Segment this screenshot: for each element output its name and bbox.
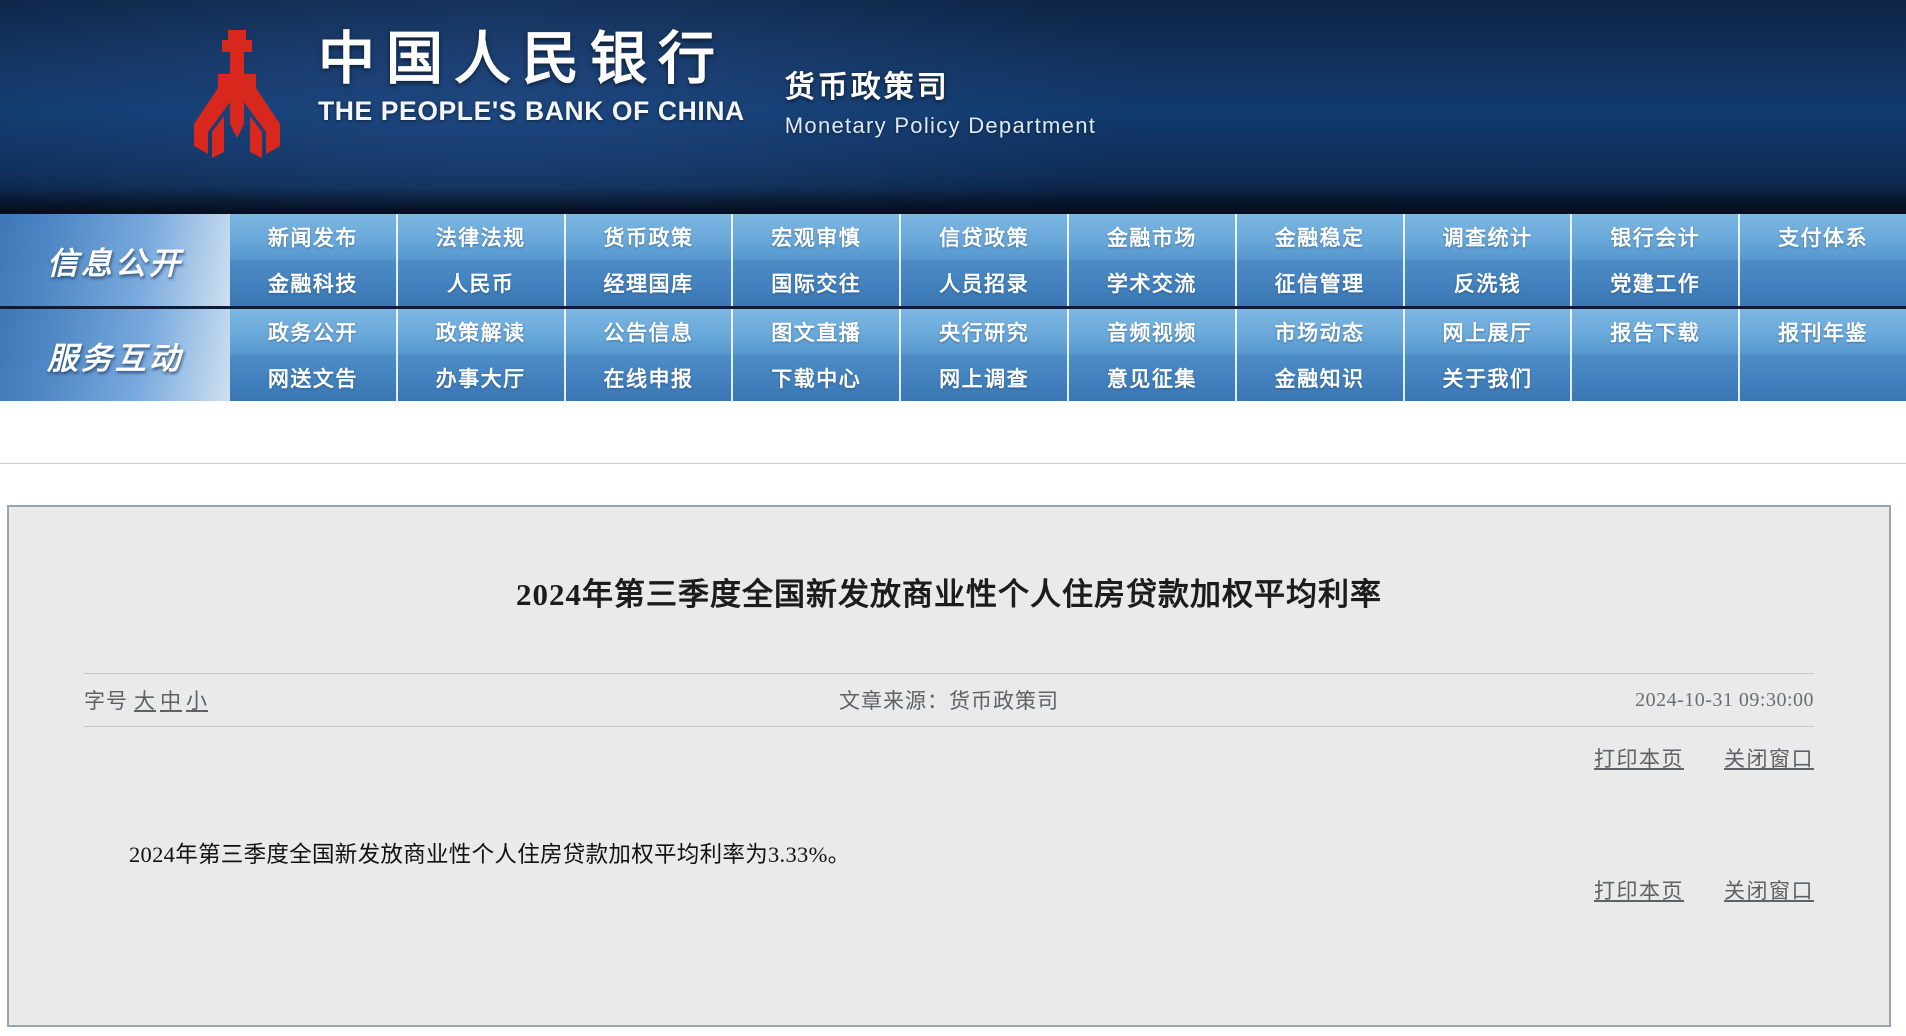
nav-row: 新闻发布 法律法规 货币政策 宏观审慎 信贷政策 金融市场 金融稳定 调查统计 … — [230, 214, 1906, 260]
nav-item-yanghangyanjiu[interactable]: 央行研究 — [901, 309, 1069, 355]
nav-item-renyuanzhaolu[interactable]: 人员招录 — [901, 260, 1069, 306]
nav-item-zhengwugongkai[interactable]: 政务公开 — [230, 309, 398, 355]
nav-item-xindaizhengce[interactable]: 信贷政策 — [901, 214, 1069, 260]
close-window-link-top[interactable]: 关闭窗口 — [1724, 743, 1814, 773]
article-body: 2024年第三季度全国新发放商业性个人住房贷款加权平均利率为3.33%。 — [129, 842, 851, 867]
nav-item-placeholder — [1572, 355, 1741, 401]
article-publish-time: 2024-10-31 09:30:00 — [1635, 688, 1814, 711]
nav-item-jingliguoku[interactable]: 经理国库 — [566, 260, 734, 306]
article-meta-bar: 字号大中小 文章来源：货币政策司 2024-10-31 09:30:00 — [84, 673, 1814, 727]
nav-item-jinrongwending[interactable]: 金融稳定 — [1237, 214, 1405, 260]
nav-item-yijianzhengji[interactable]: 意见征集 — [1069, 355, 1237, 401]
nav-item-jinrongshichang[interactable]: 金融市场 — [1069, 214, 1237, 260]
nav-item-yinhangkuaiji[interactable]: 银行会计 — [1572, 214, 1741, 260]
nav-item-hongguanshenshen[interactable]: 宏观审慎 — [733, 214, 902, 260]
nav-item-fanxiqian[interactable]: 反洗钱 — [1405, 260, 1573, 306]
nav-item-xinwenfabu[interactable]: 新闻发布 — [230, 214, 398, 260]
nav-item-wangshangzhanting[interactable]: 网上展厅 — [1405, 309, 1573, 355]
print-page-link-bottom[interactable]: 打印本页 — [1594, 875, 1684, 905]
article-card: 2024年第三季度全国新发放商业性个人住房贷款加权平均利率 字号大中小 文章来源… — [7, 505, 1891, 1027]
nav-item-falvfagui[interactable]: 法律法规 — [398, 214, 566, 260]
article-tools-top: 打印本页 关闭窗口 — [84, 743, 1814, 773]
nav-item-renminbi[interactable]: 人民币 — [398, 260, 566, 306]
nav-item-zhifutixi[interactable]: 支付体系 — [1740, 214, 1906, 260]
page-root: 中国人民银行 THE PEOPLE'S BANK OF CHINA 货币政策司 … — [0, 0, 1906, 1036]
nav-item-zhengcejiedu[interactable]: 政策解读 — [398, 309, 566, 355]
nav-item-tuwenzhibo[interactable]: 图文直播 — [733, 309, 902, 355]
nav-row: 政务公开 政策解读 公告信息 图文直播 央行研究 音频视频 市场动态 网上展厅 … — [230, 309, 1906, 355]
nav-item-wangshangdiaocha[interactable]: 网上调查 — [901, 355, 1069, 401]
nav-item-jinrongkeji[interactable]: 金融科技 — [230, 260, 398, 306]
nav-item-baokannianjian[interactable]: 报刊年鉴 — [1740, 309, 1906, 355]
site-header-banner: 中国人民银行 THE PEOPLE'S BANK OF CHINA 货币政策司 … — [0, 0, 1906, 214]
nav-item-gonggaoxinxi[interactable]: 公告信息 — [566, 309, 734, 355]
nav-item-diaochatongji[interactable]: 调查统计 — [1405, 214, 1573, 260]
nav-item-huobizhengce[interactable]: 货币政策 — [566, 214, 734, 260]
nav-item-placeholder — [1740, 355, 1906, 401]
nav-item-guanyuwomen[interactable]: 关于我们 — [1405, 355, 1573, 401]
nav-row: 网送文告 办事大厅 在线申报 下载中心 网上调查 意见征集 金融知识 关于我们 — [230, 355, 1906, 401]
bank-name-cn: 中国人民银行 — [318, 28, 726, 91]
page-title: 2024年第三季度全国新发放商业性个人住房贷款加权平均利率 — [516, 577, 1382, 612]
nav-item-xiazaizhongxin[interactable]: 下载中心 — [733, 355, 902, 401]
nav-item-shichangdongtai[interactable]: 市场动态 — [1237, 309, 1405, 355]
nav-row: 金融科技 人民币 经理国库 国际交往 人员招录 学术交流 征信管理 反洗钱 党建… — [230, 260, 1906, 306]
nav-group-services: 服务互动 政务公开 政策解读 公告信息 图文直播 央行研究 音频视频 市场动态 … — [0, 306, 1906, 401]
article-tools-bottom: 打印本页 关闭窗口 — [84, 875, 1814, 905]
pbc-logo-icon — [178, 28, 296, 160]
nav-item-placeholder — [1740, 260, 1906, 306]
nav-item-zaixianshenbao[interactable]: 在线申报 — [566, 355, 734, 401]
nav-item-guojijiaowang[interactable]: 国际交往 — [733, 260, 902, 306]
nav-group-label-services[interactable]: 服务互动 — [0, 309, 230, 401]
print-page-link-top[interactable]: 打印本页 — [1594, 743, 1684, 773]
main-navigation: 信息公开 新闻发布 法律法规 货币政策 宏观审慎 信贷政策 金融市场 金融稳定 … — [0, 214, 1906, 401]
department-name-en: Monetary Policy Department — [784, 113, 1097, 138]
department-name-cn: 货币政策司 — [784, 71, 950, 104]
breadcrumb-bar: 首 页 2024年10月31日 星期四 | 我的位置: 首页 > 货币政策司 >… — [0, 401, 1906, 885]
nav-item-jinrongzhishi[interactable]: 金融知识 — [1237, 355, 1405, 401]
nav-item-banshidating[interactable]: 办事大厅 — [398, 355, 566, 401]
nav-item-dangjiangongzuo[interactable]: 党建工作 — [1572, 260, 1741, 306]
nav-item-wangsongwengao[interactable]: 网送文告 — [230, 355, 398, 401]
nav-item-yinpinshipin[interactable]: 音频视频 — [1069, 309, 1237, 355]
close-window-link-bottom[interactable]: 关闭窗口 — [1724, 875, 1814, 905]
nav-item-baogaoxiazai[interactable]: 报告下载 — [1572, 309, 1741, 355]
nav-item-xueshujiaoliu[interactable]: 学术交流 — [1069, 260, 1237, 306]
nav-group-label-information[interactable]: 信息公开 — [0, 214, 230, 306]
article-source: 文章来源：货币政策司 — [839, 689, 1059, 713]
nav-group-information: 信息公开 新闻发布 法律法规 货币政策 宏观审慎 信贷政策 金融市场 金融稳定 … — [0, 214, 1906, 306]
nav-item-zhengxinguanli[interactable]: 征信管理 — [1237, 260, 1405, 306]
bank-name-en: THE PEOPLE'S BANK OF CHINA — [318, 96, 745, 126]
